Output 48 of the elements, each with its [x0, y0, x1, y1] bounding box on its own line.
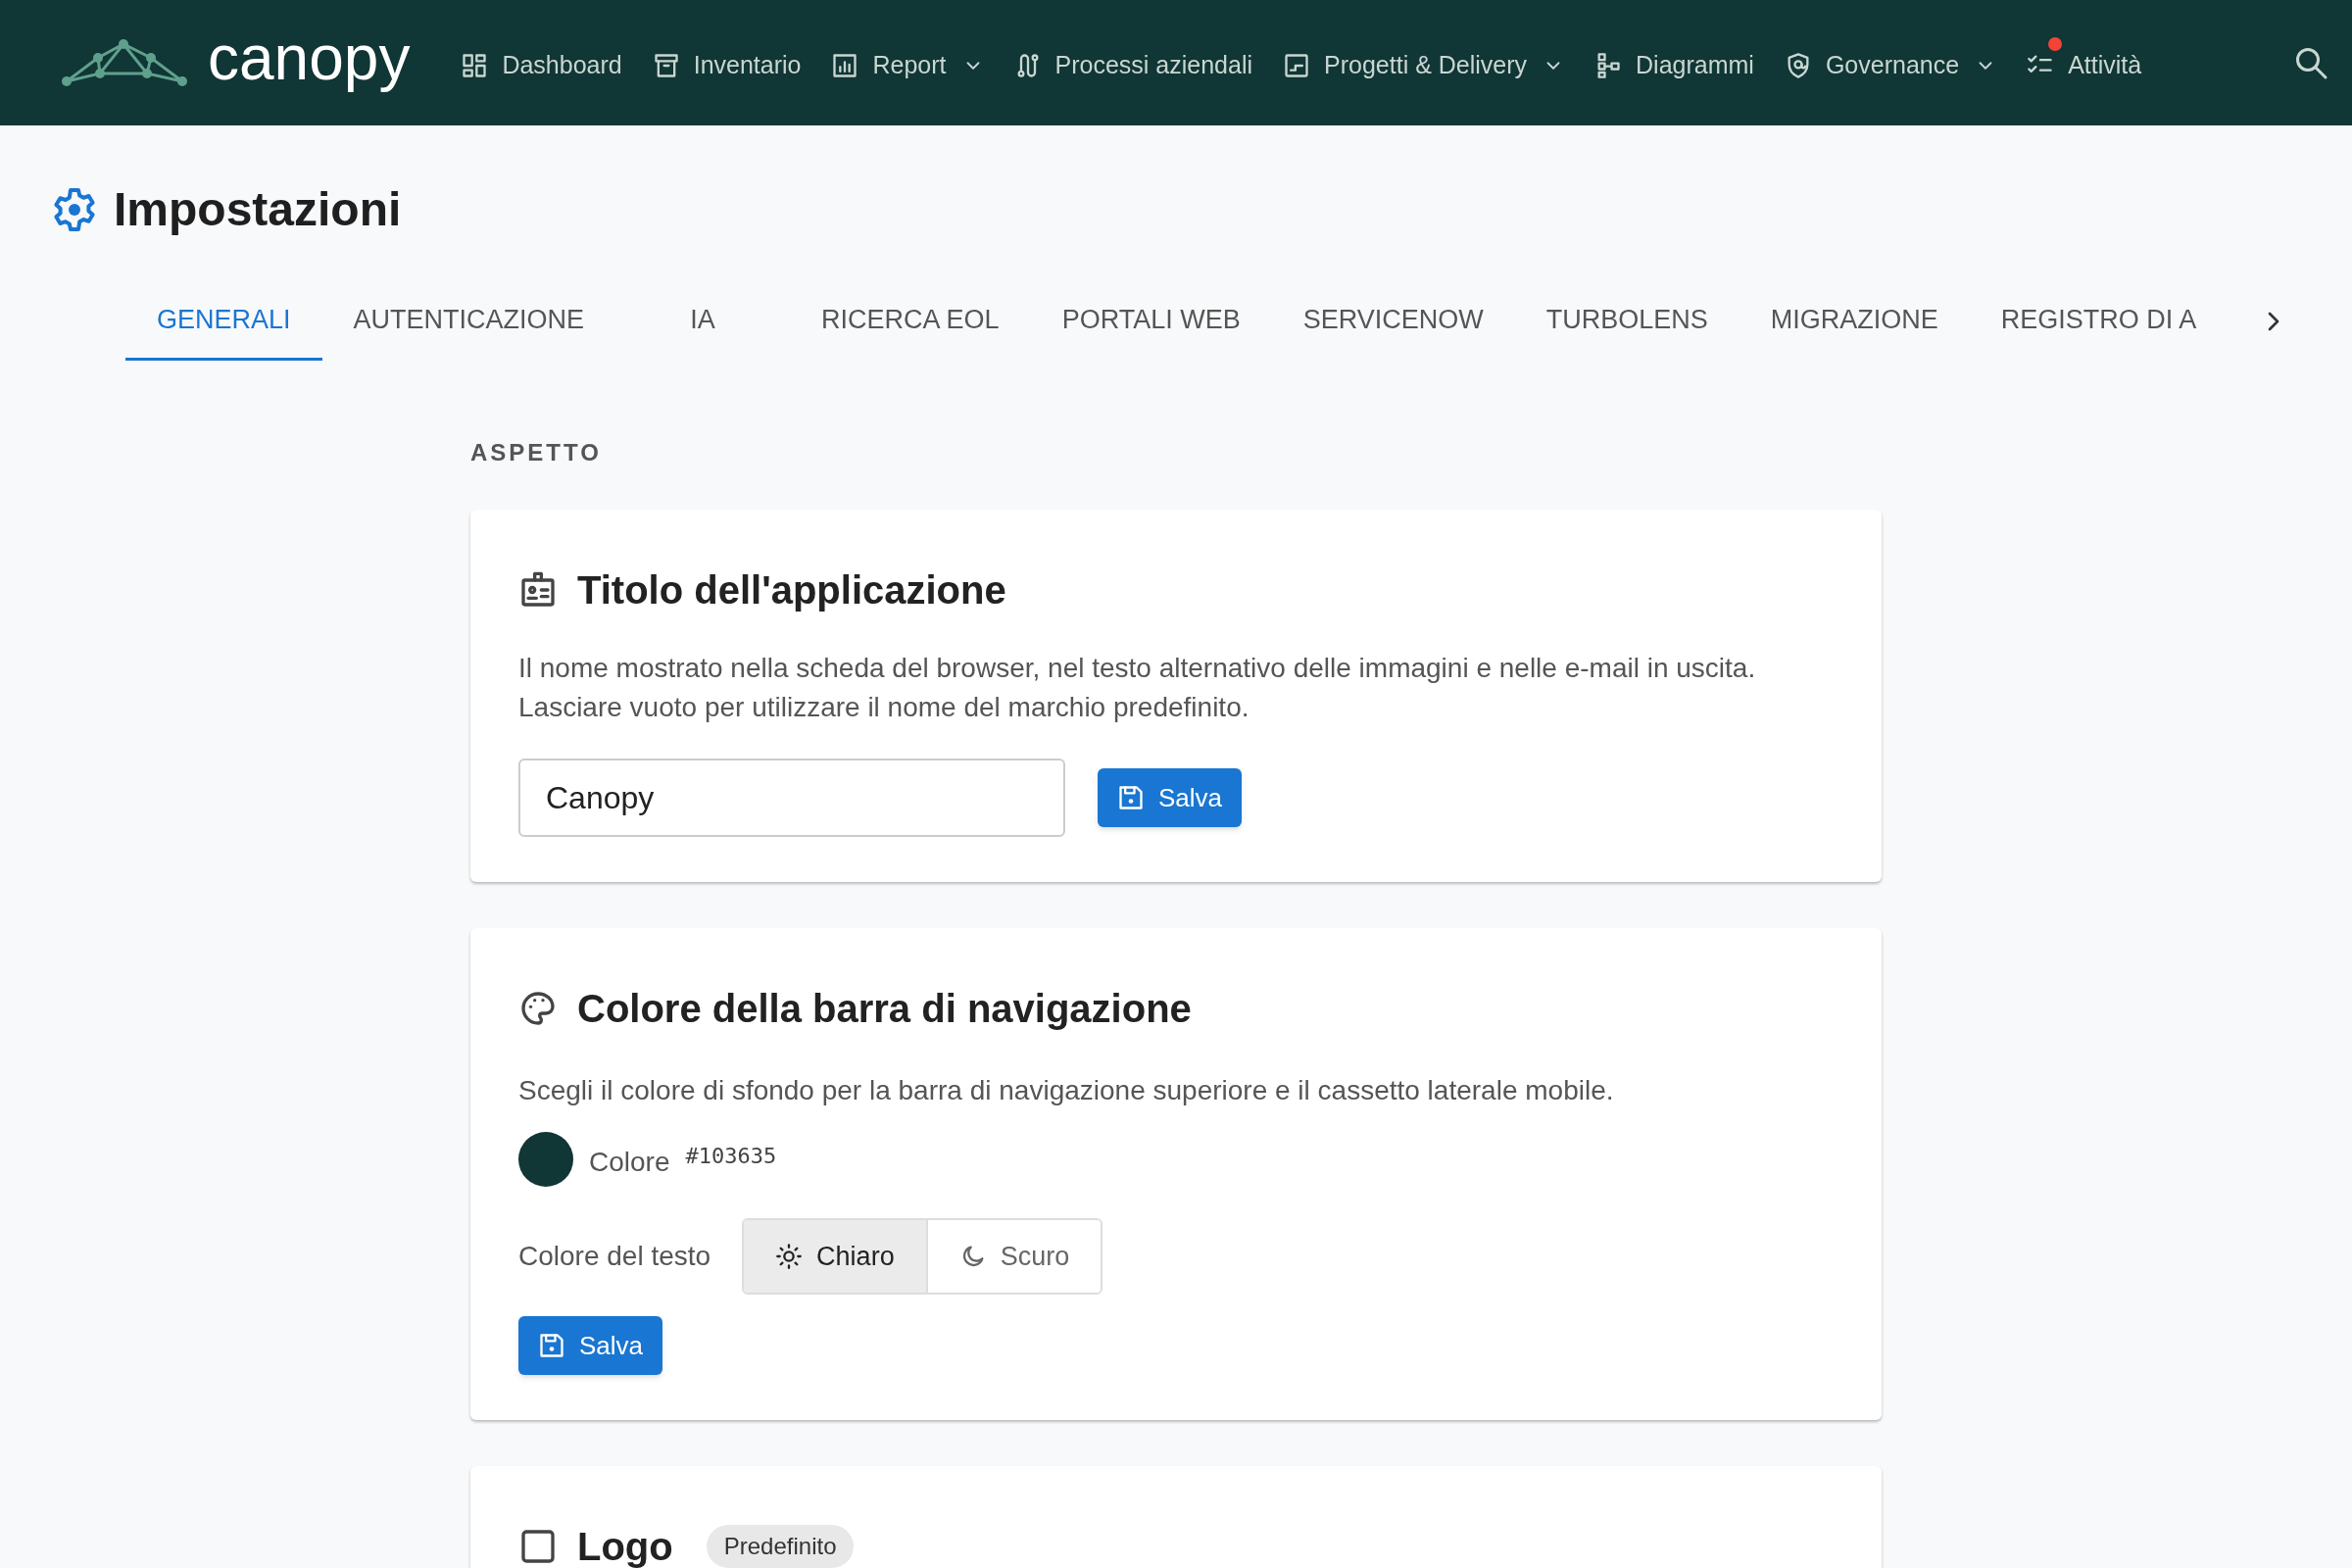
brand-name[interactable]: canopy	[208, 26, 411, 99]
card-description: Scegli il colore di sfondo per la barra di navigazione superiore e il cassetto laterale mobile.	[518, 1074, 1615, 1107]
tab[interactable]: SERVICENOW	[1271, 282, 1515, 361]
tab[interactable]: REGISTRO DI A	[1969, 282, 2229, 361]
theme-option[interactable]: Chiaro	[744, 1220, 926, 1293]
tab[interactable]: AUTENTICAZIONE	[321, 282, 616, 361]
sun-icon	[775, 1243, 804, 1270]
status-badge: Predefinito	[706, 1525, 855, 1568]
title-input[interactable]: Canopy	[518, 759, 1065, 837]
color-value: #103635	[685, 1143, 777, 1170]
save-button[interactable]: Salva	[518, 1316, 663, 1375]
theme-option[interactable]: Scuro	[925, 1220, 1102, 1293]
text-color-label: Colore del testo	[518, 1240, 711, 1273]
project-icon	[1283, 52, 1311, 79]
nav-item[interactable]: Progetti & Delivery	[1283, 35, 1565, 90]
save-icon	[1117, 784, 1145, 811]
tab[interactable]: TURBOLENS	[1514, 282, 1740, 361]
nav-item[interactable]: Attività	[2027, 35, 2142, 90]
section-label: ASPETTO	[470, 438, 603, 467]
card-title: Logo	[577, 1524, 673, 1568]
tab[interactable]: PORTALI WEB	[1030, 282, 1272, 361]
color-label: Colore	[589, 1146, 670, 1179]
tab[interactable]: IA	[615, 282, 791, 361]
archive-icon	[652, 52, 680, 79]
palette-icon	[518, 989, 558, 1028]
image-icon	[518, 1527, 558, 1566]
nav-item[interactable]: Governance	[1784, 35, 1997, 90]
nav-item[interactable]: Dashboard	[461, 35, 622, 90]
card-description: Il nome mostrato nella scheda del browser, nel testo alternativo delle immagini e nelle e-mail in uscita. Lasciare vuoto per utilizzare il nome del marchio predefinito.	[518, 652, 1757, 724]
tab[interactable]: RICERCA EOL	[790, 282, 1031, 361]
color-swatch[interactable]	[518, 1132, 573, 1187]
save-icon	[538, 1332, 565, 1359]
nav-item[interactable]: Processi aziendali	[1013, 35, 1253, 90]
card-title: Titolo dell'applicazione	[577, 567, 1006, 613]
save-button[interactable]: Salva	[1098, 768, 1243, 827]
bar-chart-icon	[831, 52, 859, 79]
dashboard-icon	[461, 52, 489, 79]
logo-icon	[61, 38, 188, 87]
nav-item[interactable]: Report	[831, 35, 984, 90]
tab[interactable]: GENERALI	[125, 282, 322, 361]
tab[interactable]: MIGRAZIONE	[1739, 282, 1970, 361]
nav-item[interactable]: Inventario	[652, 35, 802, 90]
id-badge-icon	[518, 570, 558, 610]
card-title: Colore della barra di navigazione	[577, 986, 1192, 1032]
search-button[interactable]	[2293, 45, 2328, 80]
nav-item[interactable]: Diagrammi	[1594, 35, 1754, 90]
page-title: Impostazioni	[114, 182, 402, 237]
settings-icon	[51, 186, 98, 233]
